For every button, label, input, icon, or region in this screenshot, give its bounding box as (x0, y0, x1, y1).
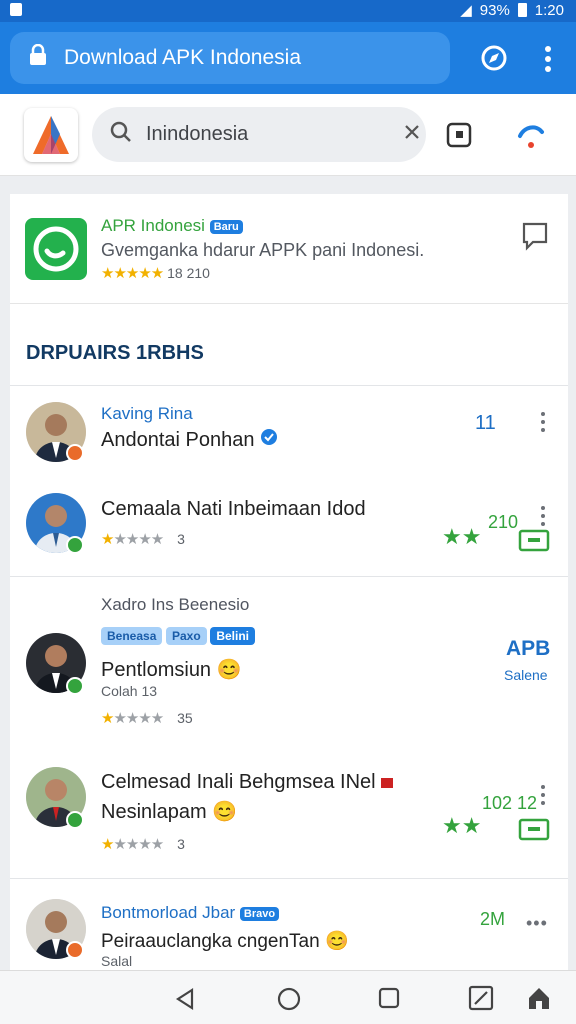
more-icon[interactable]: ••• (526, 913, 548, 934)
item-name: Andontai Ponhan (101, 429, 255, 451)
list-item[interactable]: Celmesad Inali Behgmsea INel Nesinlapam … (10, 757, 568, 877)
item-name-top: Kaving Rina (101, 404, 193, 423)
item-name: Cemaala Nati Inbeimaan Idod (101, 498, 366, 520)
item-name: Celmesad Inali Behgmsea INel (101, 771, 376, 793)
more-icon[interactable] (541, 412, 545, 432)
item-label: APB (506, 637, 551, 660)
status-bar: ◢ 93% 1:20 (0, 0, 576, 22)
status-dot (66, 677, 84, 695)
browser-toolbar: Download APK Indonesia (0, 22, 576, 94)
home-icon[interactable] (276, 986, 302, 1017)
lock-icon (28, 43, 48, 72)
item-name: Bontmorload Jbar (101, 903, 236, 922)
list-item[interactable]: Xadro Ins Beenesio Beneasa Paxo Belini P… (10, 577, 568, 757)
tag: Belini (210, 627, 255, 645)
section-title: DRPUAIRS 1RBHS (26, 342, 204, 364)
edit-icon[interactable] (468, 985, 494, 1016)
tag: Paxo (166, 627, 207, 645)
search-icon (110, 121, 132, 149)
rating-stars: ★★★★★ (101, 531, 164, 548)
rating-stars: ★★★★★ (101, 265, 164, 282)
search-field[interactable] (92, 107, 426, 162)
featured-badge: Baru (209, 219, 243, 234)
gemini-icon[interactable] (516, 120, 546, 155)
more-icon[interactable] (541, 785, 545, 805)
url-bar[interactable]: Download APK Indonesia (10, 32, 450, 84)
signal-icon: ◢ (460, 2, 472, 19)
bookmark-icon[interactable] (521, 221, 549, 256)
smile-icon: 😊 (212, 801, 238, 823)
notification-icon (10, 3, 22, 16)
recents-icon[interactable] (378, 987, 400, 1014)
tag: Beneasa (101, 627, 163, 645)
app-list: DRPUAIRS 1RBHS Kaving Rina Andontai Ponh… (10, 304, 568, 970)
list-item[interactable]: Kaving Rina Andontai Ponhan 11 (10, 386, 568, 476)
featured-rating-text: 18 210 (167, 265, 210, 281)
featured-subtitle: Gvemganka hdarur APPK pani Indonesi. (101, 240, 425, 260)
item-count: 2M (480, 909, 506, 929)
item-sub: Colah 13 (101, 683, 158, 699)
bottom-navigation (0, 970, 576, 1024)
page-title: Download APK Indonesia (64, 46, 301, 69)
item-count: 11 (475, 412, 496, 434)
search-input[interactable] (146, 123, 376, 146)
clear-icon[interactable] (404, 123, 420, 146)
item-label-sub: Salene (504, 667, 548, 683)
battery-percent: 93% (479, 1, 510, 19)
item-sub: Salal (101, 953, 133, 969)
green-stars: ★★ (442, 813, 482, 838)
battery-icon (517, 3, 527, 17)
house-icon[interactable] (526, 985, 552, 1016)
item-name-line2: Nesinlapam (101, 801, 207, 823)
status-icons: ◢ 93% 1:20 (460, 1, 564, 20)
item-header: Xadro Ins Beenesio (101, 595, 250, 614)
list-item[interactable]: Cemaala Nati Inbeimaan Idod ★★★★★ 3 210 … (10, 476, 568, 576)
tag-row: Beneasa Paxo Belini (101, 627, 255, 645)
item-badge: Bravo (239, 906, 280, 921)
clock: 1:20 (534, 1, 564, 19)
item-count: 102 12 (482, 793, 538, 813)
app-logo[interactable] (24, 108, 78, 162)
flag-icon (381, 778, 394, 788)
app-icon (25, 218, 87, 280)
item-name: Pentlomsiun (101, 659, 212, 681)
featured-title: APR Indonesi (101, 216, 205, 235)
item-meta: 35 (177, 710, 193, 726)
item-name-line2: Peiraauclangka cngenTan (101, 931, 320, 952)
compass-icon[interactable] (480, 44, 508, 77)
item-count: 210 (488, 512, 519, 532)
back-icon[interactable] (174, 987, 196, 1016)
download-icon[interactable] (518, 815, 550, 846)
tabs-icon[interactable] (446, 122, 472, 153)
green-stars: ★★ (442, 524, 482, 549)
status-dot (66, 444, 84, 462)
status-dot (66, 536, 84, 554)
download-icon[interactable] (518, 526, 550, 557)
rating-stars: ★★★★★ (101, 710, 164, 727)
item-meta: 3 (177, 531, 185, 547)
featured-app-card[interactable]: APR Indonesi Baru Gvemganka hdarur APPK … (10, 194, 568, 304)
rating-stars: ★★★★★ (101, 836, 164, 853)
list-item[interactable]: Bontmorload Jbar Bravo Peiraauclangka cn… (10, 879, 568, 969)
smile-icon: 😊 (216, 659, 242, 681)
item-meta: 3 (177, 836, 185, 852)
status-dot (66, 811, 84, 829)
smile-icon: 😊 (324, 931, 349, 952)
more-icon[interactable] (541, 506, 545, 526)
overflow-menu-icon[interactable] (544, 46, 552, 77)
search-header (0, 94, 576, 176)
status-dot (66, 941, 84, 959)
verified-icon (260, 429, 278, 451)
